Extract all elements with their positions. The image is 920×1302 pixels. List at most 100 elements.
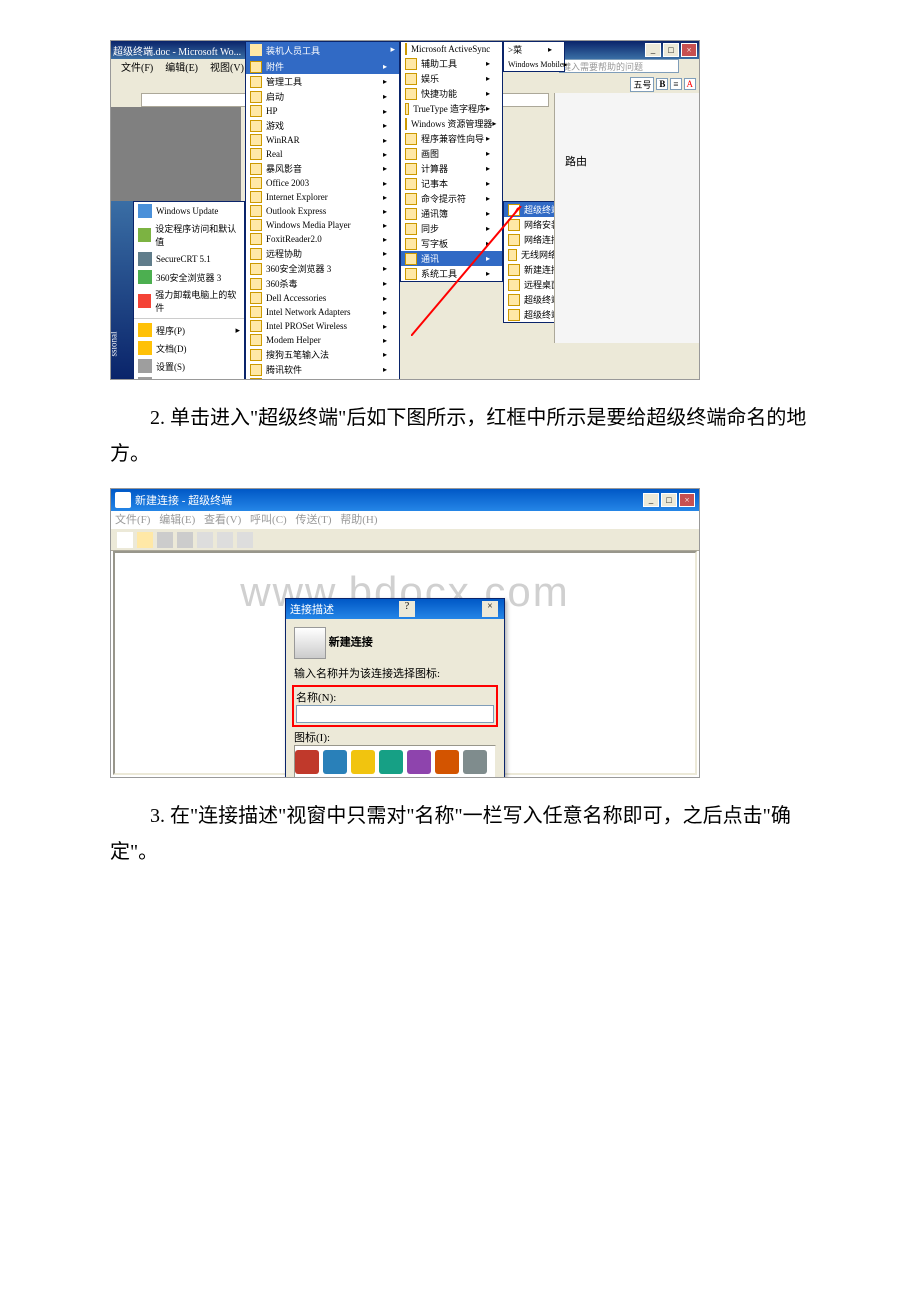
col1-header[interactable]: 装机人员工具▸	[246, 42, 399, 59]
menu-item[interactable]: 暴风影音▸	[246, 161, 399, 176]
menu-item[interactable]: 程序兼容性向导▸	[401, 131, 502, 146]
menu-item[interactable]: 帮助(H)	[340, 514, 377, 526]
start-search[interactable]: 搜索(C)	[134, 375, 244, 380]
minimize-button[interactable]: _	[645, 43, 661, 57]
menu-item[interactable]: 远程协助▸	[246, 246, 399, 261]
maximize-button[interactable]: □	[663, 43, 679, 57]
menu-item[interactable]: 辅助工具▸	[401, 56, 502, 71]
menu-item[interactable]: FoxitReader2.0▸	[246, 232, 399, 246]
name-input[interactable]	[296, 705, 494, 723]
menu-edit[interactable]: 编辑(E)	[159, 59, 204, 75]
ht-titlebar: 新建连接 - 超级终端 _ □ ×	[111, 489, 699, 511]
menu-view[interactable]: 视图(V)	[204, 59, 250, 75]
minimize-button[interactable]: _	[643, 493, 659, 507]
receive-icon[interactable]	[216, 531, 234, 549]
menu-item[interactable]: 画图▸	[401, 146, 502, 161]
menu-item[interactable]: Windows Mobile▸	[504, 57, 564, 71]
menu-item[interactable]: 传送(T)	[295, 514, 331, 526]
conn-icon[interactable]	[407, 750, 431, 774]
name-label: 名称(N):	[296, 689, 494, 705]
new-icon[interactable]	[116, 531, 134, 549]
menu-item[interactable]: 文件(F)	[115, 514, 150, 526]
menu-item[interactable]: Intel PROSet Wireless▸	[246, 319, 399, 333]
menu-item[interactable]: 腾讯软件▸	[246, 362, 399, 377]
conn-icon[interactable]	[463, 750, 487, 774]
font-color-button[interactable]: A	[684, 78, 697, 90]
menu-item[interactable]: Outlook Express▸	[246, 204, 399, 218]
start-gradient: ssional	[111, 201, 133, 379]
conn-icon[interactable]	[295, 750, 319, 774]
menu-item[interactable]: TOPSEC▸	[246, 377, 399, 380]
menu-item[interactable]: 附件▸	[246, 59, 399, 74]
menu-item[interactable]: Dell Accessories▸	[246, 291, 399, 305]
menu-item[interactable]: 记事本▸	[401, 176, 502, 191]
col2-header[interactable]: Microsoft ActiveSync	[401, 42, 502, 56]
menu-item[interactable]: 写字板▸	[401, 236, 502, 251]
menu-item[interactable]: Modem Helper▸	[246, 333, 399, 347]
connection-dialog: 连接描述 ? × 新建连接 输入名称并为该连接选择图标: 名称(N): 图标(I…	[285, 598, 505, 778]
start-item[interactable]: Windows Update	[134, 202, 244, 220]
start-item[interactable]: SecureCRT 5.1	[134, 250, 244, 268]
menu-item[interactable]: 计算器▸	[401, 161, 502, 176]
conn-icon[interactable]	[435, 750, 459, 774]
menu-item[interactable]: 娱乐▸	[401, 71, 502, 86]
call-icon[interactable]	[156, 531, 174, 549]
hangup-icon[interactable]	[176, 531, 194, 549]
icon-label: 图标(I):	[294, 729, 496, 745]
menu-item[interactable]: 查看(V)	[204, 514, 241, 526]
help-button[interactable]: ?	[399, 601, 415, 617]
menu-item[interactable]: >菜▸	[504, 42, 564, 57]
menu-item[interactable]: HP▸	[246, 104, 399, 118]
menu-item[interactable]: 编辑(E)	[159, 514, 195, 526]
menu-item[interactable]: 360杀毒▸	[246, 276, 399, 291]
menu-item[interactable]: Windows Media Player▸	[246, 218, 399, 232]
menu-item[interactable]: 呼叫(C)	[250, 514, 287, 526]
font-size-dropdown[interactable]: 五号	[630, 77, 654, 92]
menu-item[interactable]: 快捷功能▸	[401, 86, 502, 101]
menu-item[interactable]: Windows 资源管理器▸	[401, 116, 502, 131]
menu-item[interactable]: TrueType 造字程序▸	[401, 101, 502, 116]
menu-item[interactable]: WinRAR▸	[246, 133, 399, 147]
close-button[interactable]: ×	[681, 43, 697, 57]
sub-menu: >菜▸ Windows Mobile▸	[503, 41, 565, 72]
start-settings[interactable]: 设置(S)	[134, 357, 244, 375]
highlight-box: 名称(N):	[292, 685, 498, 727]
ht-menubar: 文件(F) 编辑(E) 查看(V) 呼叫(C) 传送(T) 帮助(H)	[111, 511, 699, 529]
conn-icon[interactable]	[379, 750, 403, 774]
icon-picker[interactable]	[294, 745, 496, 778]
conn-icon[interactable]	[323, 750, 347, 774]
programs-menu: 装机人员工具▸ 附件▸管理工具▸启动▸HP▸游戏▸WinRAR▸Real▸暴风影…	[245, 41, 400, 380]
menu-item[interactable]: 通讯▸	[401, 251, 502, 266]
menu-item[interactable]: Intel Network Adapters▸	[246, 305, 399, 319]
open-icon[interactable]	[136, 531, 154, 549]
menu-item[interactable]: 搜狗五笔输入法▸	[246, 347, 399, 362]
maximize-button[interactable]: □	[661, 493, 677, 507]
prompt-text: 输入名称并为该连接选择图标:	[294, 665, 496, 681]
close-button[interactable]: ×	[482, 601, 498, 617]
start-programs[interactable]: 程序(P)▸	[134, 321, 244, 339]
menu-item[interactable]: Internet Explorer▸	[246, 190, 399, 204]
start-item[interactable]: 强力卸载电脑上的软件	[134, 286, 244, 316]
start-item[interactable]: 设定程序访问和默认值	[134, 220, 244, 250]
menu-item[interactable]: 系统工具▸	[401, 266, 502, 281]
props-icon[interactable]	[236, 531, 254, 549]
menu-file[interactable]: 文件(F)	[115, 59, 159, 75]
start-docs[interactable]: 文档(D)	[134, 339, 244, 357]
menu-item[interactable]: 游戏▸	[246, 118, 399, 133]
send-icon[interactable]	[196, 531, 214, 549]
menu-item[interactable]: Office 2003▸	[246, 176, 399, 190]
menu-item[interactable]: 通讯簿▸	[401, 206, 502, 221]
help-search[interactable]: 键入需要帮助的问题	[559, 59, 679, 73]
close-button[interactable]: ×	[679, 493, 695, 507]
menu-item[interactable]: 同步▸	[401, 221, 502, 236]
conn-icon[interactable]	[351, 750, 375, 774]
task-pane: 路由	[554, 93, 699, 343]
menu-item[interactable]: Real▸	[246, 147, 399, 161]
align-button[interactable]: ≡	[670, 78, 681, 90]
bold-button[interactable]: B	[656, 78, 668, 90]
menu-item[interactable]: 管理工具▸	[246, 74, 399, 89]
start-item[interactable]: 360安全浏览器 3	[134, 268, 244, 286]
menu-item[interactable]: 命令提示符▸	[401, 191, 502, 206]
menu-item[interactable]: 启动▸	[246, 89, 399, 104]
menu-item[interactable]: 360安全浏览器 3▸	[246, 261, 399, 276]
